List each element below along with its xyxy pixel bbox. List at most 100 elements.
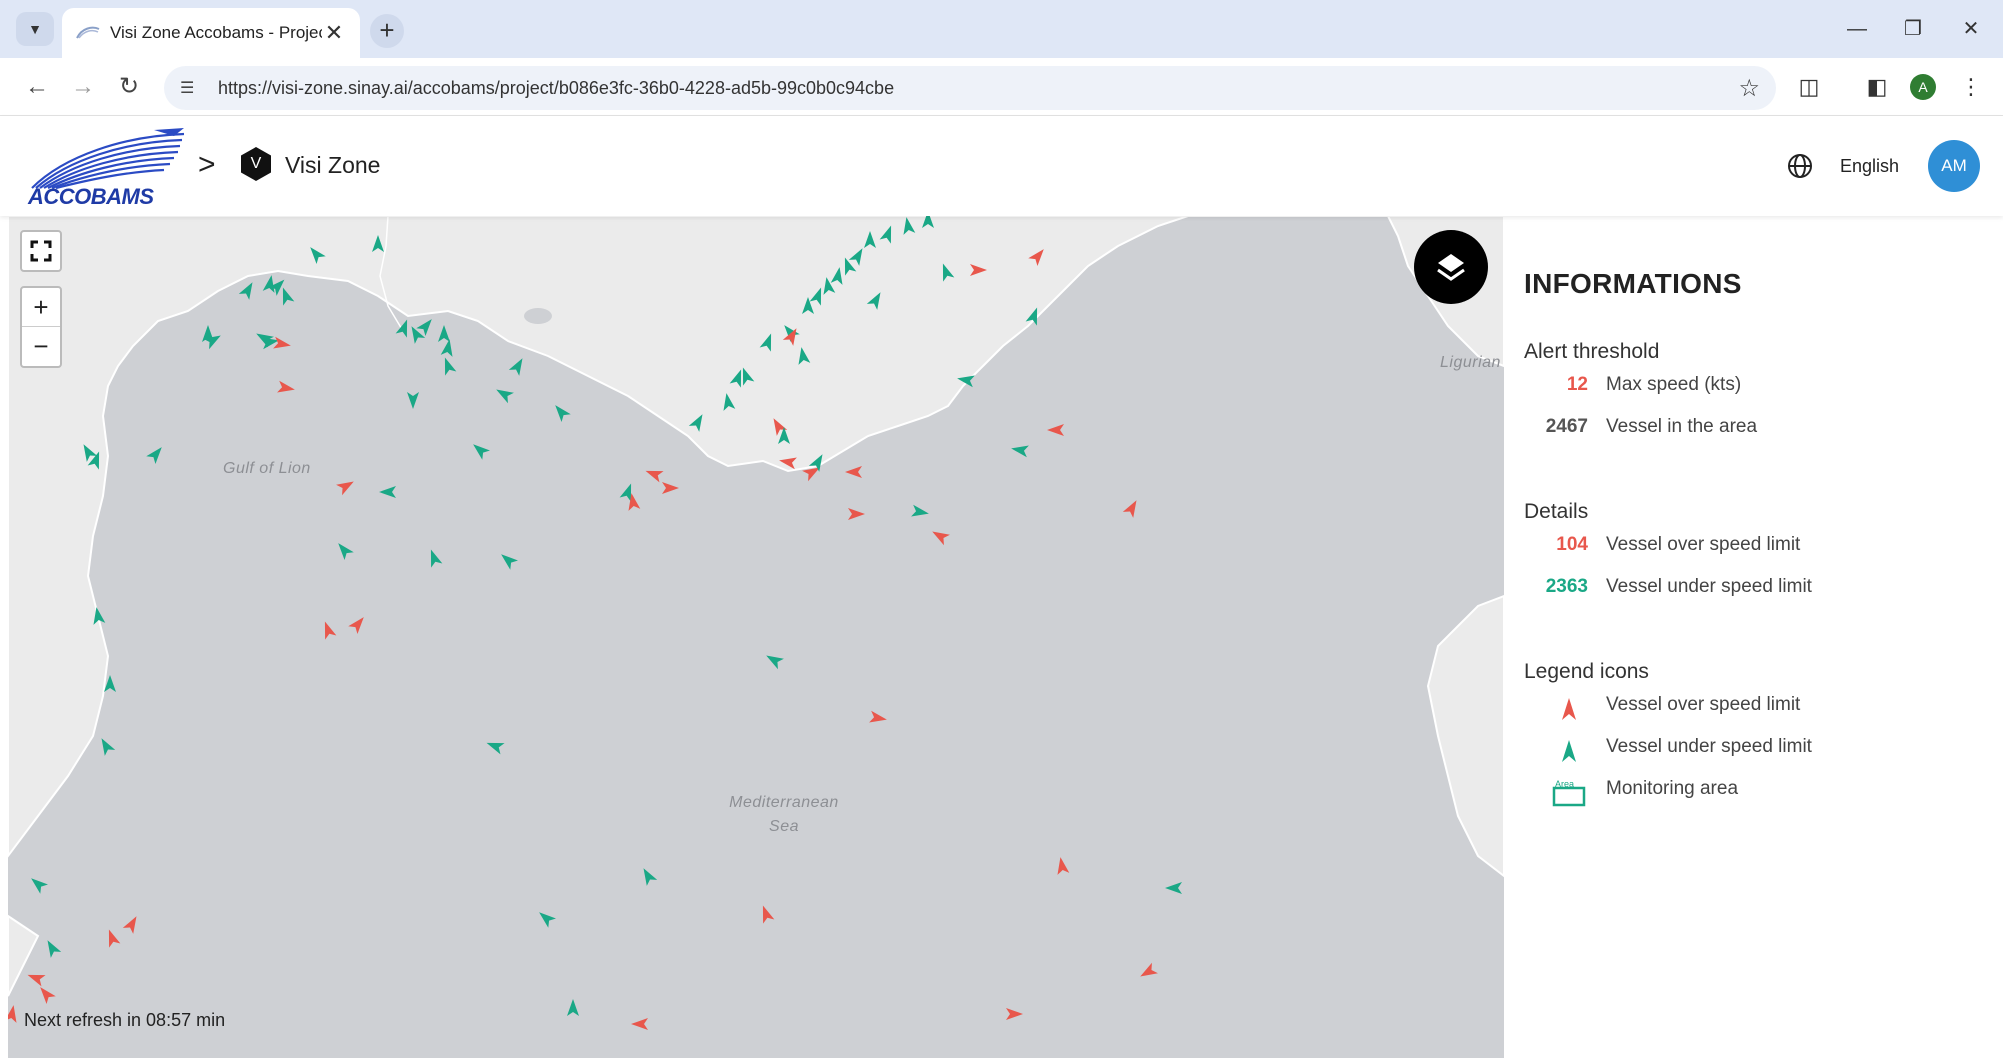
vessel-under-speed-marker[interactable] — [334, 539, 354, 560]
close-window-button[interactable]: ✕ — [1942, 10, 2000, 48]
vessel-under-speed-marker[interactable] — [911, 504, 930, 520]
browser-tab[interactable]: Visi Zone Accobams - Project ✕ — [62, 8, 360, 58]
vessel-under-speed-marker[interactable] — [508, 355, 528, 376]
vessel-under-speed-marker[interactable] — [937, 261, 955, 282]
vessel-over-speed-marker[interactable] — [319, 619, 337, 640]
vessel-over-speed-marker[interactable] — [643, 465, 664, 483]
vessel-over-speed-marker[interactable] — [122, 913, 142, 934]
vessel-over-speed-marker[interactable] — [103, 927, 121, 948]
vessel-under-speed-marker[interactable] — [438, 325, 450, 342]
zoom-in-button[interactable]: + — [22, 288, 60, 327]
vessel-under-speed-marker[interactable] — [796, 346, 811, 365]
vessel-under-speed-marker[interactable] — [864, 231, 876, 248]
vessel-over-speed-marker[interactable] — [662, 482, 679, 494]
vessel-over-speed-marker[interactable] — [757, 903, 775, 924]
vessel-under-speed-marker[interactable] — [395, 317, 413, 338]
extensions-icon[interactable]: ◫ — [1790, 68, 1828, 106]
vessel-over-speed-marker[interactable] — [631, 1018, 648, 1030]
vessel-under-speed-marker[interactable] — [809, 285, 827, 306]
vessel-under-speed-marker[interactable] — [425, 547, 443, 568]
vessel-over-speed-marker[interactable] — [848, 508, 865, 520]
vessel-over-speed-marker[interactable] — [970, 264, 987, 276]
vessel-under-speed-marker[interactable] — [808, 451, 828, 472]
vessel-over-speed-marker[interactable] — [1137, 962, 1158, 982]
vessel-over-speed-marker[interactable] — [277, 380, 296, 396]
vessel-under-speed-marker[interactable] — [1165, 882, 1182, 894]
browser-profile-avatar[interactable]: A — [1910, 74, 1936, 100]
project-badge[interactable]: V — [238, 146, 274, 182]
vessel-under-speed-marker[interactable] — [238, 279, 258, 300]
bookmark-star-icon[interactable]: ☆ — [1738, 74, 1760, 103]
vessel-over-speed-marker[interactable] — [845, 466, 862, 478]
tab-close-icon[interactable]: ✕ — [322, 20, 346, 46]
vessel-over-speed-marker[interactable] — [273, 336, 292, 352]
vessel-under-speed-marker[interactable] — [567, 999, 579, 1016]
project-name[interactable]: Visi Zone — [285, 152, 380, 179]
vessel-under-speed-marker[interactable] — [763, 650, 784, 670]
side-panel-icon[interactable]: ◧ — [1858, 68, 1896, 106]
globe-icon[interactable] — [1786, 152, 1814, 180]
vessel-under-speed-marker[interactable] — [759, 331, 777, 352]
vessel-under-speed-marker[interactable] — [848, 245, 868, 266]
vessel-over-speed-marker[interactable] — [1122, 497, 1142, 518]
zoom-out-button[interactable]: − — [22, 327, 60, 366]
vessel-over-speed-marker[interactable] — [1055, 856, 1070, 875]
vessel-over-speed-marker[interactable] — [348, 613, 368, 634]
vessel-over-speed-marker[interactable] — [1006, 1008, 1023, 1020]
vessel-under-speed-marker[interactable] — [830, 266, 846, 285]
vessel-over-speed-marker[interactable] — [929, 526, 950, 546]
vessel-map[interactable]: Gulf of Lion Mediterranean Sea Ligurian … — [8, 216, 1504, 1058]
vessel-under-speed-marker[interactable] — [440, 338, 456, 357]
new-tab-button[interactable]: + — [370, 14, 404, 48]
vessel-over-speed-marker[interactable] — [8, 1004, 19, 1023]
tab-search-button[interactable]: ▼ — [16, 12, 54, 46]
vessel-under-speed-marker[interactable] — [469, 440, 490, 460]
reload-icon[interactable]: ↻ — [110, 68, 148, 106]
vessel-under-speed-marker[interactable] — [1025, 305, 1043, 326]
vessel-under-speed-marker[interactable] — [493, 384, 514, 404]
vessel-under-speed-marker[interactable] — [535, 908, 556, 928]
vessel-under-speed-marker[interactable] — [721, 392, 736, 411]
vessel-under-speed-marker[interactable] — [104, 675, 116, 692]
vessel-over-speed-marker[interactable] — [1028, 245, 1048, 266]
vessel-over-speed-marker[interactable] — [869, 710, 888, 726]
vessel-under-speed-marker[interactable] — [551, 401, 571, 422]
vessel-under-speed-marker[interactable] — [42, 937, 62, 958]
vessel-under-speed-marker[interactable] — [27, 874, 48, 894]
vessel-under-speed-marker[interactable] — [922, 216, 934, 228]
vessel-over-speed-marker[interactable] — [336, 476, 357, 496]
vessel-under-speed-marker[interactable] — [146, 443, 166, 464]
user-avatar[interactable]: AM — [1928, 140, 1980, 192]
layers-button[interactable] — [1414, 230, 1488, 304]
vessel-under-speed-marker[interactable] — [956, 373, 975, 388]
vessel-over-speed-marker[interactable] — [1047, 424, 1064, 436]
vessel-under-speed-marker[interactable] — [901, 216, 916, 235]
vessel-under-speed-marker[interactable] — [484, 737, 505, 755]
vessel-under-speed-marker[interactable] — [91, 606, 106, 625]
site-info-icon[interactable]: ☰ — [180, 78, 204, 98]
vessel-under-speed-marker[interactable] — [407, 392, 419, 409]
vessel-over-speed-marker[interactable] — [25, 969, 46, 987]
vessel-under-speed-marker[interactable] — [688, 411, 708, 432]
address-bar[interactable]: ☰ https://visi-zone.sinay.ai/accobams/pr… — [164, 66, 1776, 110]
vessel-under-speed-marker[interactable] — [379, 486, 396, 498]
vessel-under-speed-marker[interactable] — [638, 865, 658, 886]
vessel-over-speed-marker[interactable] — [778, 455, 797, 470]
vessel-under-speed-marker[interactable] — [866, 289, 886, 310]
language-selector[interactable]: English — [1840, 156, 1899, 177]
browser-menu-icon[interactable]: ⋮ — [1952, 68, 1990, 106]
vessel-under-speed-marker[interactable] — [262, 274, 278, 293]
forward-arrow-icon[interactable]: → — [64, 68, 102, 106]
fullscreen-button[interactable] — [20, 230, 62, 272]
back-arrow-icon[interactable]: ← — [18, 68, 56, 106]
vessel-under-speed-marker[interactable] — [439, 355, 457, 376]
restore-button[interactable]: ❐ — [1884, 10, 1942, 48]
vessel-under-speed-marker[interactable] — [879, 223, 897, 244]
minimize-button[interactable]: — — [1828, 10, 1886, 48]
vessel-under-speed-marker[interactable] — [497, 550, 518, 570]
vessel-under-speed-marker[interactable] — [372, 235, 384, 252]
vessel-under-speed-marker[interactable] — [1010, 443, 1029, 458]
vessel-under-speed-marker[interactable] — [96, 735, 116, 756]
vessel-under-speed-marker[interactable] — [306, 243, 326, 264]
vessel-over-speed-marker[interactable] — [36, 983, 56, 1004]
